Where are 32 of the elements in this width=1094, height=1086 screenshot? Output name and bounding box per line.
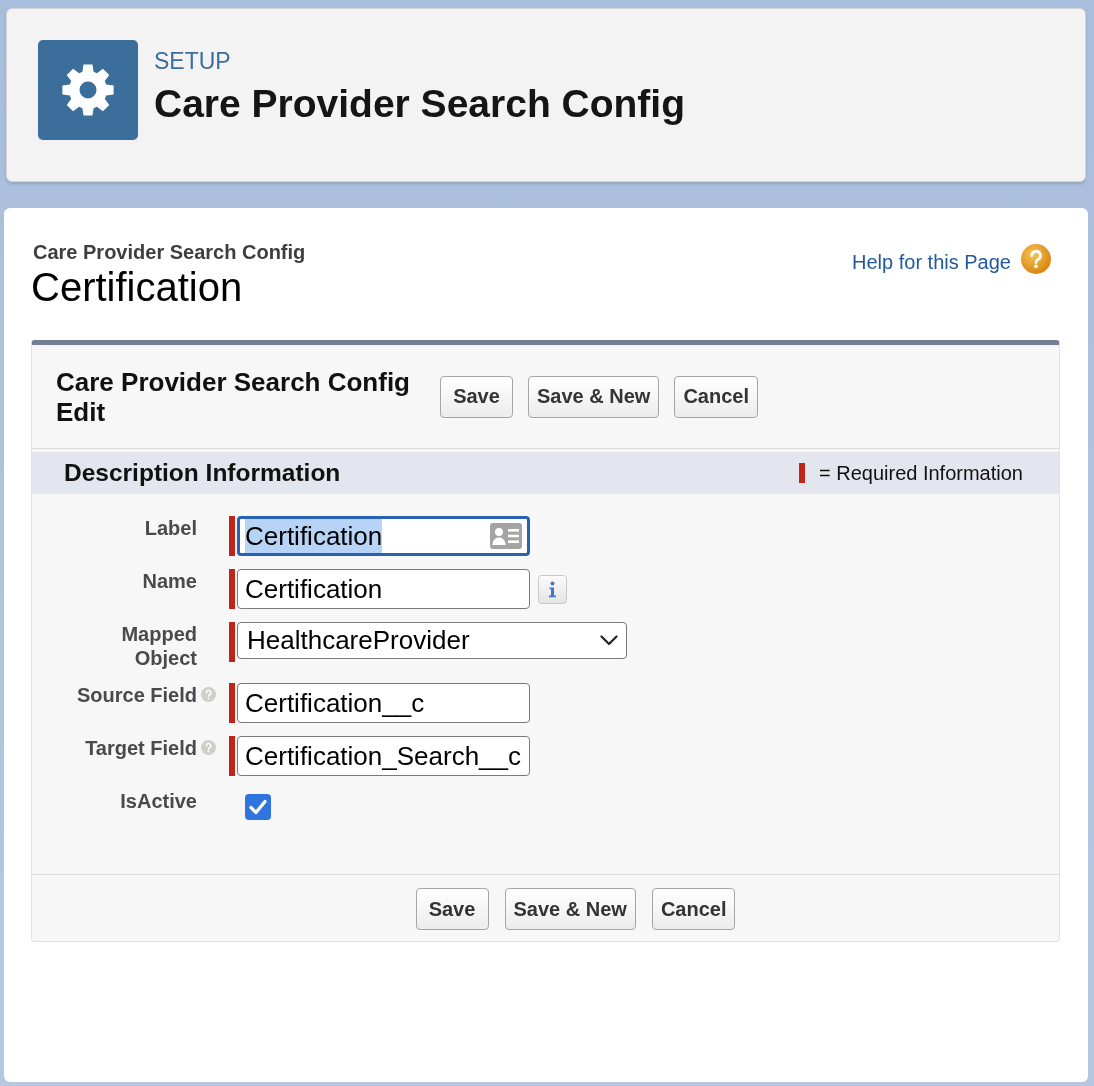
field-label: IsActive — [120, 789, 197, 813]
form-button[interactable]: Save & New — [528, 375, 660, 418]
page-header-title: Care Provider Search Config — [154, 81, 685, 127]
setup-label: SETUP — [154, 48, 232, 74]
form-button[interactable]: Save & New — [504, 888, 636, 930]
gear-icon — [38, 40, 138, 140]
field-label: Mapped Object — [120, 622, 197, 670]
info-icon[interactable] — [538, 575, 567, 604]
section-title: Description Information — [64, 459, 341, 487]
form-button[interactable]: Save — [440, 375, 513, 418]
input-field[interactable]: Certification_Search__c — [237, 736, 530, 776]
help-link[interactable]: Help for this Page — [852, 250, 1011, 274]
form-button[interactable]: Cancel — [651, 888, 736, 930]
input-field[interactable]: Certification — [237, 516, 530, 556]
field-label: Source Field — [76, 683, 197, 707]
form-button[interactable]: Save — [415, 888, 489, 930]
record-title: Certification — [31, 264, 244, 310]
input-field[interactable]: Certification__c — [237, 683, 530, 723]
form-button[interactable]: Cancel — [674, 375, 758, 418]
input-field[interactable]: Certification — [237, 569, 530, 609]
required-legend: = Required Information — [819, 461, 1023, 485]
select-dropdown[interactable]: HealthcareProvider — [237, 622, 627, 659]
help-icon[interactable] — [1021, 244, 1051, 274]
checkbox[interactable] — [245, 794, 271, 820]
chevron-down-icon — [600, 635, 618, 646]
contact-card-icon[interactable] — [490, 523, 522, 549]
form-title: Care Provider Search Config Edit — [56, 366, 411, 427]
field-label: Target Field — [85, 736, 197, 760]
object-type-label: Care Provider Search Config — [32, 240, 306, 264]
field-label: Name — [142, 569, 197, 593]
required-marker-icon — [799, 463, 805, 483]
field-label: Label — [144, 516, 197, 540]
